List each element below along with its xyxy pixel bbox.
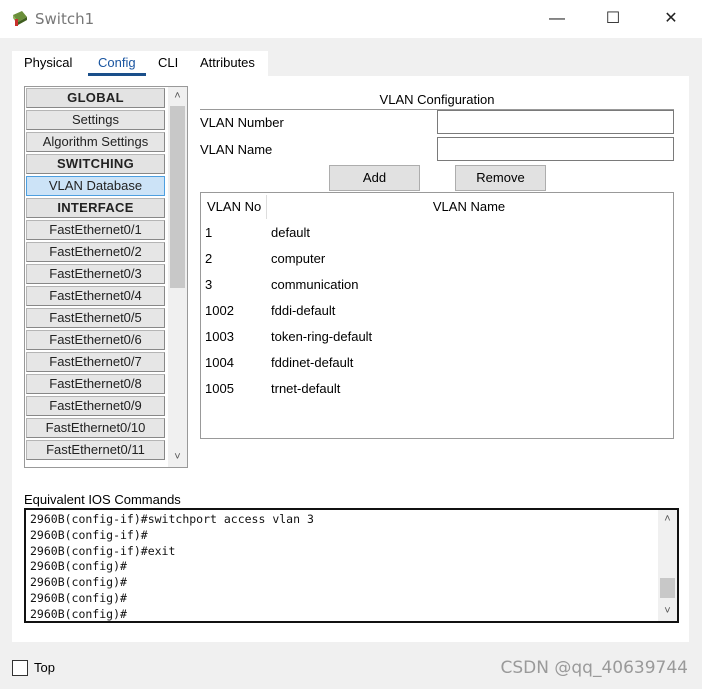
config-nav-list: GLOBAL Settings Algorithm Settings SWITCHIN…: [24, 86, 188, 468]
watermark-text: CSDN @qq_40639744: [500, 658, 688, 678]
ios-commands-label: Equivalent IOS Commands: [24, 492, 181, 507]
ios-scroll-thumb[interactable]: [660, 578, 675, 598]
nav-section-header: INTERFACE: [26, 198, 165, 218]
vlan-no-cell: 1004: [205, 355, 234, 370]
vlan-no-cell: 1005: [205, 381, 234, 396]
ios-scrollbar[interactable]: ˄ ˅: [658, 510, 677, 621]
nav-item[interactable]: FastEthernet0/2: [26, 242, 165, 262]
minimize-button[interactable]: —: [528, 0, 586, 38]
nav-section-header: SWITCHING: [26, 154, 165, 174]
vlan-no-cell: 1002: [205, 303, 234, 318]
ios-commands-box[interactable]: 2960B(config-if)#switchport access vlan …: [24, 508, 679, 623]
add-vlan-button[interactable]: Add: [329, 165, 420, 191]
vlan-name-cell: communication: [271, 277, 359, 292]
vlan-name-cell: fddi-default: [271, 303, 336, 318]
nav-item[interactable]: FastEthernet0/5: [26, 308, 165, 328]
nav-item[interactable]: FastEthernet0/1: [26, 220, 165, 240]
vlan-config-title: VLAN Configuration: [200, 92, 674, 110]
maximize-button[interactable]: ☐: [584, 0, 642, 38]
nav-item[interactable]: FastEthernet0/3: [26, 264, 165, 284]
nav-scroll-thumb[interactable]: [170, 106, 185, 288]
top-checkbox-label: Top: [34, 660, 55, 675]
ios-line: 2960B(config-if)#exit: [30, 543, 176, 558]
ios-line: 2960B(config)#: [30, 559, 127, 574]
vlan-name-label: VLAN Name: [200, 142, 273, 157]
tab-physical[interactable]: Physical: [24, 55, 72, 70]
vlan-table: VLAN No VLAN Name 1 default 2 computer 3 comm…: [200, 192, 674, 439]
nav-section-header: GLOBAL: [26, 88, 165, 108]
ios-line: 2960B(config)#: [30, 590, 127, 605]
table-row[interactable]: 1005 trnet-default: [203, 376, 671, 402]
table-row[interactable]: 3 communication: [203, 272, 671, 298]
nav-item[interactable]: FastEthernet0/10: [26, 418, 165, 438]
config-panel: GLOBAL Settings Algorithm Settings SWITCHIN…: [12, 76, 689, 642]
vlan-no-cell: 2: [205, 251, 213, 266]
nav-item[interactable]: VLAN Database: [26, 176, 165, 196]
nav-item[interactable]: FastEthernet0/6: [26, 330, 165, 350]
nav-item[interactable]: Settings: [26, 110, 165, 130]
vlan-no-cell: 3: [205, 277, 213, 292]
nav-item[interactable]: FastEthernet0/9: [26, 396, 165, 416]
ios-line: 2960B(config-if)#switchport access vlan …: [30, 512, 314, 526]
title-bar: Switch1 — ☐ ✕: [0, 0, 702, 38]
nav-item[interactable]: FastEthernet0/8: [26, 374, 165, 394]
table-row[interactable]: 1004 fddinet-default: [203, 350, 671, 376]
device-window: Physical Config CLI Attributes GLOBAL Set…: [0, 38, 702, 650]
tab-strip: Physical Config CLI Attributes: [12, 51, 268, 76]
scroll-down-icon[interactable]: ˅: [168, 448, 187, 467]
nav-item[interactable]: Algorithm Settings: [26, 132, 165, 152]
table-row[interactable]: 2 computer: [203, 246, 671, 272]
vlan-name-cell: computer: [271, 251, 326, 266]
tab-attributes[interactable]: Attributes: [200, 55, 255, 70]
vlan-name-cell: fddinet-default: [271, 355, 354, 370]
ios-scroll-up-icon[interactable]: ˄: [658, 510, 677, 529]
ios-command-lines: 2960B(config-if)#switchport access vlan …: [30, 512, 314, 621]
nav-item[interactable]: FastEthernet0/4: [26, 286, 165, 306]
vlan-no-cell: 1: [205, 225, 213, 240]
column-header-vlan-no[interactable]: VLAN No: [203, 195, 267, 219]
bottom-bar: Top CSDN @qq_40639744: [0, 650, 702, 689]
vlan-name-cell: trnet-default: [271, 381, 341, 396]
table-row[interactable]: 1 default: [203, 220, 671, 246]
nav-scrollbar[interactable]: ˄ ˅: [168, 87, 187, 467]
packet-tracer-switch-icon: [13, 11, 27, 26]
ios-line: 2960B(config)#: [30, 606, 127, 621]
ios-scroll-down-icon[interactable]: ˅: [658, 602, 677, 621]
vlan-name-cell: default: [271, 225, 311, 240]
ios-line: 2960B(config)#: [30, 575, 127, 590]
nav-item[interactable]: FastEthernet0/7: [26, 352, 165, 372]
nav-item[interactable]: FastEthernet0/11: [26, 440, 165, 460]
table-row[interactable]: 1003 token-ring-default: [203, 324, 671, 350]
remove-vlan-button[interactable]: Remove: [455, 165, 546, 191]
scroll-up-icon[interactable]: ˄: [168, 87, 187, 106]
ios-line: 2960B(config-if)#: [30, 527, 148, 542]
vlan-no-cell: 1003: [205, 329, 234, 344]
vlan-name-input[interactable]: [437, 137, 674, 161]
column-header-vlan-name[interactable]: VLAN Name: [267, 195, 671, 219]
top-checkbox[interactable]: [12, 660, 28, 676]
table-row[interactable]: 1002 fddi-default: [203, 298, 671, 324]
tab-config[interactable]: Config: [98, 55, 136, 70]
tab-cli[interactable]: CLI: [158, 55, 178, 70]
window-title: Switch1: [35, 10, 95, 28]
vlan-number-input[interactable]: [437, 110, 674, 134]
vlan-name-cell: token-ring-default: [271, 329, 373, 344]
vlan-number-label: VLAN Number: [200, 115, 284, 130]
close-button[interactable]: ✕: [642, 0, 700, 38]
